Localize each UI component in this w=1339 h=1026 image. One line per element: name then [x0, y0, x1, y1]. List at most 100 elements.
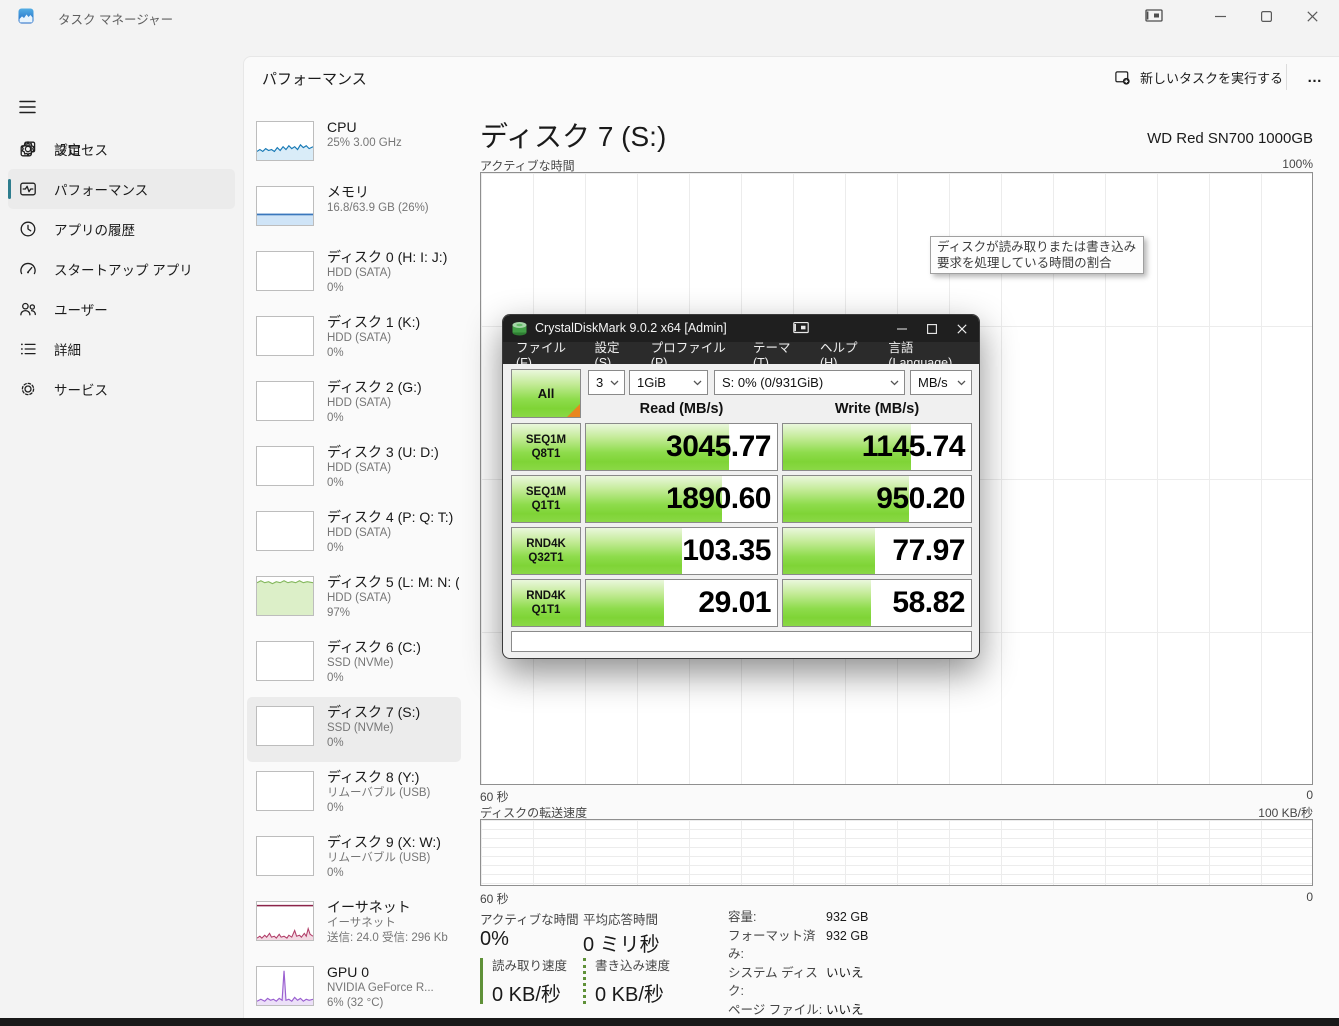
device-detail: HDD (SATA): [327, 397, 392, 409]
menu-theme[interactable]: テーマ(T): [744, 341, 811, 370]
close-button[interactable]: [1289, 0, 1335, 32]
device-name: ディスク 7 (S:): [327, 704, 421, 720]
device-name: CPU: [327, 119, 357, 135]
active-time-stat-label: アクティブな時間: [480, 913, 579, 927]
perf-item-disk0[interactable]: ディスク 0 (H: I: J:) HDD (SATA) 0%: [247, 242, 461, 307]
run-new-task-button[interactable]: 新しいタスクを実行する: [1106, 62, 1291, 92]
write-speed-label: 書き込み速度: [595, 959, 671, 973]
test-size-dropdown[interactable]: 1GiB: [629, 370, 708, 395]
device-detail: HDD (SATA): [327, 462, 392, 474]
perf-item-cpu[interactable]: CPU 25% 3.00 GHz: [247, 112, 461, 177]
disk-mini-graph: [256, 706, 314, 746]
cdm-window-title: CrystalDiskMark 9.0.2 x64 [Admin]: [535, 321, 727, 335]
test-count-dropdown[interactable]: 3: [588, 370, 625, 395]
transfer-rate-chart: [480, 819, 1313, 886]
avg-response-stat-label: 平均応答時間: [583, 913, 659, 927]
disk-mini-graph: [256, 641, 314, 681]
perf-item-disk6[interactable]: ディスク 6 (C:) SSD (NVMe) 0%: [247, 632, 461, 697]
window-preview-icon: [1143, 6, 1165, 26]
sidebar-settings: 設定: [0, 129, 243, 1010]
perf-item-disk7[interactable]: ディスク 7 (S:) SSD (NVMe) 0%: [247, 697, 461, 762]
chart2-label: ディスクの転送速度: [480, 806, 588, 820]
perf-item-disk3[interactable]: ディスク 3 (U: D:) HDD (SATA) 0%: [247, 437, 461, 502]
hamburger-menu-icon[interactable]: [14, 94, 40, 120]
test-button-seq1m-q1t1[interactable]: SEQ1M Q1T1: [511, 475, 581, 523]
sidebar-item-settings[interactable]: 設定: [8, 129, 235, 169]
titlebar: タスク マネージャー: [0, 0, 1339, 32]
disk-mini-graph: [256, 446, 314, 486]
menu-file[interactable]: ファイル(F): [507, 341, 586, 370]
active-time-stat-value: 0%: [480, 928, 509, 950]
read-result-rnd4k-q1t1: 29.01: [585, 579, 778, 627]
perf-item-memory[interactable]: メモリ 16.8/63.9 GB (26%): [247, 177, 461, 242]
perf-item-disk4[interactable]: ディスク 4 (P: Q: T:) HDD (SATA) 0%: [247, 502, 461, 567]
chart1-max: 100%: [1282, 157, 1313, 171]
test-button-rnd4k-q32t1[interactable]: RND4K Q32T1: [511, 527, 581, 575]
device-name: ディスク 1 (K:): [327, 314, 421, 330]
device-name: メモリ: [327, 184, 369, 200]
chart1-label: アクティブな時間: [480, 159, 575, 173]
read-speed-stat: 読み取り速度 0 KB/秒: [480, 958, 568, 1006]
perf-item-disk9[interactable]: ディスク 9 (X: W:) リムーバブル (USB) 0%: [247, 827, 461, 892]
run-new-task-label: 新しいタスクを実行する: [1140, 70, 1284, 86]
window-preview-icon: [791, 319, 811, 337]
device-name: ディスク 9 (X: W:): [327, 834, 441, 850]
table-row: 容量: 932 GB: [728, 910, 869, 924]
perf-item-disk8[interactable]: ディスク 8 (Y:) リムーバブル (USB) 0%: [247, 762, 461, 827]
gear-icon: [18, 139, 38, 159]
disk-model: WD Red SN700 1000GB: [1147, 130, 1313, 147]
more-options-button[interactable]: …: [1298, 62, 1332, 92]
sidebar-item-label: 設定: [54, 143, 81, 158]
menu-help[interactable]: ヘルプ(H): [811, 341, 879, 370]
perf-item-ethernet[interactable]: イーサネット イーサネット 送信: 24.0 受信: 296 Kb: [247, 892, 461, 957]
task-manager-window: タスク マネージャー プロセス パフォーマンス アプリの履歴 スタートアップ ア…: [0, 0, 1339, 1026]
maximize-button[interactable]: [1243, 0, 1289, 32]
perf-item-gpu0[interactable]: GPU 0 NVIDIA GeForce R... 6% (32 °C): [247, 957, 461, 1022]
perf-item-disk5[interactable]: ディスク 5 (L: M: N: (HDD (SATA) 97%: [247, 567, 461, 632]
perf-item-disk2[interactable]: ディスク 2 (G:) HDD (SATA) 0%: [247, 372, 461, 437]
perf-item-disk1[interactable]: ディスク 1 (K:) HDD (SATA) 0%: [247, 307, 461, 372]
chart1-x-right: 0: [1306, 788, 1313, 802]
device-detail: イーサネット: [327, 917, 396, 929]
device-detail: 16.8/63.9 GB (26%): [327, 202, 429, 214]
write-result-rnd4k-q32t1: 77.97: [782, 527, 972, 575]
device-name: ディスク 0 (H: I: J:): [327, 249, 448, 265]
read-speed-label: 読み取り速度: [492, 959, 568, 973]
menu-language[interactable]: 言語(Language): [879, 341, 979, 370]
write-result-seq1m-q8t1: 1145.74: [782, 423, 972, 471]
run-all-tests-button[interactable]: All: [511, 369, 581, 418]
new-task-icon: [1114, 69, 1131, 86]
read-result-seq1m-q1t1: 1890.60: [585, 475, 778, 523]
memory-mini-graph: [256, 186, 314, 226]
cdm-menubar: ファイル(F) 設定(S) プロファイル(P) テーマ(T) ヘルプ(H) 言語…: [503, 341, 979, 370]
chart2-x-labels: 60 秒 0: [480, 890, 1313, 907]
disk-mini-graph: [256, 316, 314, 356]
chart-tooltip: ディスクが読み取りまたは書き込み要求を処理している時間の割合: [930, 236, 1144, 274]
comment-field[interactable]: [511, 631, 972, 652]
read-column-header: Read (MB/s): [639, 401, 724, 417]
device-detail: 25% 3.00 GHz: [327, 137, 402, 149]
test-button-seq1m-q8t1[interactable]: SEQ1M Q8T1: [511, 423, 581, 471]
read-speed-value: 0 KB/秒: [492, 984, 561, 1006]
target-drive-dropdown[interactable]: S: 0% (0/931GiB): [714, 370, 905, 395]
page-title: パフォーマンス: [262, 71, 367, 88]
gpu-mini-graph: [256, 966, 314, 1006]
disk-mini-graph: [256, 251, 314, 291]
header-separator: [1286, 64, 1287, 90]
menu-settings[interactable]: 設定(S): [586, 341, 642, 370]
device-detail: SSD (NVMe): [327, 722, 394, 734]
device-detail: HDD (SATA): [327, 332, 392, 344]
table-row: ページ ファイル: いいえ: [728, 1002, 864, 1017]
minimize-button[interactable]: [1197, 0, 1243, 32]
disk-mini-graph: [256, 511, 314, 551]
unit-dropdown[interactable]: MB/s: [910, 370, 972, 395]
disk-mini-graph: [256, 381, 314, 421]
table-row: システム ディスク: いいえ: [728, 965, 864, 999]
device-name: ディスク 6 (C:): [327, 639, 421, 655]
device-name: ディスク 2 (G:): [327, 379, 422, 395]
chart1-x-left: 60 秒: [480, 790, 509, 804]
crystaldiskmark-window: CrystalDiskMark 9.0.2 x64 [Admin] ファイル(F…: [502, 314, 980, 659]
test-button-rnd4k-q1t1[interactable]: RND4K Q1T1: [511, 579, 581, 627]
device-detail: リムーバブル (USB): [327, 852, 431, 864]
menu-profile[interactable]: プロファイル(P): [642, 341, 744, 370]
